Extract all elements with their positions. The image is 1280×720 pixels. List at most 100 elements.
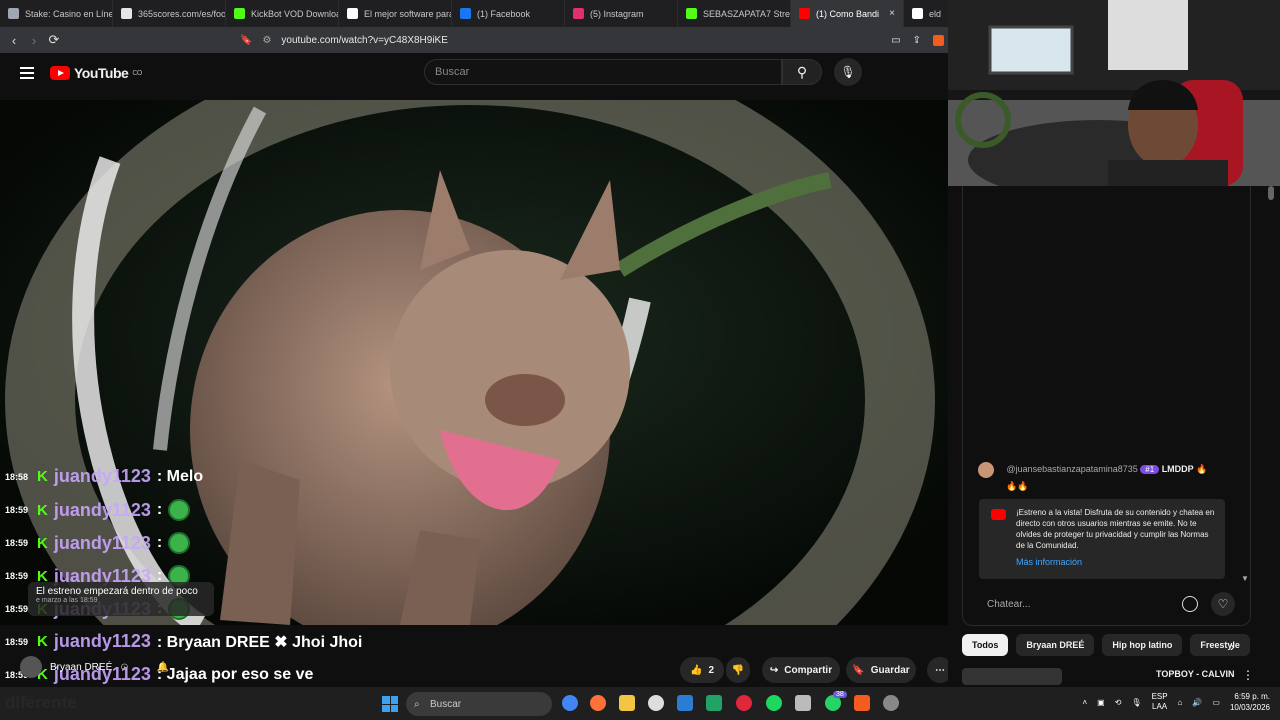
windows-taskbar: ⌕ Buscar 38 ˄ ▣ ⟲ 🎙 ESP LAA ⌂ 🔊 ▭ 6:59 p… [0,687,1280,720]
system-tray: ˄ ▣ ⟲ 🎙 ESP LAA ⌂ 🔊 ▭ 6:59 p. m. 10/03/2… [1082,691,1270,713]
clock[interactable]: 6:59 p. m. 10/03/2026 [1230,691,1270,713]
more-info-link[interactable]: Más información [1016,557,1217,568]
chat-time: 18:59 [5,505,29,515]
recommended-thumbnail[interactable] [962,668,1062,685]
browser-tab[interactable]: 365scores.com/es/foot [113,0,226,27]
share-button[interactable]: ↪ Compartir [762,657,840,683]
emoji-icon[interactable] [1182,596,1198,612]
like-button[interactable]: 👍 2 [680,657,724,683]
tray-chevron-icon[interactable]: ˄ [1082,698,1087,707]
recommended-more-icon[interactable]: ⋮ [1242,668,1254,682]
chat-scrollbar[interactable] [1268,186,1274,200]
tab-close-icon[interactable]: × [889,8,895,19]
tab-favicon-icon [460,8,471,19]
menu-icon[interactable] [20,67,34,79]
firefox-icon[interactable] [590,695,606,711]
emote-icon [168,499,191,521]
filter-chip[interactable]: Todos [962,634,1009,656]
chat-scroll-down-icon[interactable]: ▼ [1241,574,1249,583]
chatgpt-icon[interactable] [648,695,664,711]
address-bar[interactable]: 🔖 ⚙ youtube.com/watch?v=yC48X8H9iKE [234,29,892,51]
kick-icon: K [37,468,48,485]
browser-tab[interactable]: KickBot VOD Download [226,0,339,27]
chrome-icon[interactable] [562,695,578,711]
taskbar-search-icon: ⌕ [414,698,420,710]
save-icon: 🔖 [852,664,865,676]
search-input[interactable]: Buscar [424,59,782,85]
brave-taskbar-icon[interactable] [854,695,870,711]
browser-tab[interactable]: Stake: Casino en Línea [0,0,113,27]
filter-chip[interactable]: Freestyle [1190,634,1250,656]
dislike-button[interactable]: 👎 [726,657,750,683]
emote-icon [168,532,191,554]
channel-avatar[interactable] [20,656,42,678]
chat-time: 18:59 [5,636,29,647]
excel-icon[interactable] [706,695,722,711]
youtube-logo[interactable]: YouTube CO [50,65,142,81]
browser-tab[interactable]: El mejor software para [339,0,452,27]
volume-icon[interactable]: 🔊 [1192,698,1202,707]
tab-favicon-icon [347,8,358,19]
filter-chip[interactable]: Bryaan DREÉ [1016,634,1095,656]
language-layout: LAA [1152,702,1168,711]
heart-icon[interactable]: ♡ [1211,592,1235,616]
brave-icon[interactable] [933,34,944,46]
chat-badge: #1 [1140,465,1160,474]
browser-tab[interactable]: (1) Como Bandi × [791,0,904,27]
browser-tab[interactable]: (1) Facebook [452,0,565,27]
browser-tab[interactable]: (5) Instagram [565,0,678,27]
tab-label: El mejor software para [364,8,452,19]
forward-icon[interactable]: › [24,33,44,48]
tab-favicon-icon [234,8,245,19]
language-indicator[interactable]: ESP LAA [1152,692,1168,712]
chat-username[interactable]: @juansebastianzapatamina8735 [1007,464,1138,474]
mic-icon[interactable]: 🎙 [834,58,862,86]
reload-icon[interactable]: ⟳ [44,32,64,48]
save-button[interactable]: 🔖 Guardar [846,657,916,683]
search-icon[interactable]: ⚲ [782,59,822,85]
logo-text: YouTube [74,65,129,81]
channel-info[interactable]: Bryaan DREÉ ⊙ 🔔 [20,656,169,678]
tab-label: SEBASZAPATA7 Stream [703,8,791,19]
premiere-subtext: e marzo a las 18:59 [36,597,98,604]
chat-user: juandy1123 [53,499,151,520]
tab-favicon-icon [573,8,584,19]
notice-text: ¡Estreno a la vista! Disfruta de su cont… [1016,508,1215,550]
file-explorer-icon[interactable] [619,695,635,711]
tune-icon[interactable]: ⚙ [262,35,271,46]
windows-start-icon[interactable] [382,696,398,712]
word-icon[interactable] [677,695,693,711]
chips-next-icon[interactable]: › [1230,638,1235,654]
chat-input[interactable]: Chatear... [979,592,1239,616]
battery-icon[interactable]: ▭ [1212,698,1220,707]
recommended-title[interactable]: TOPBOY - CALVIN [1156,669,1235,679]
browser-tab[interactable]: SEBASZAPATA7 Stream [678,0,791,27]
tab-favicon-icon [686,8,697,19]
chat-msg: : Bryaan DREE ✖ Jhoi Jhoi [156,633,363,651]
filter-chip[interactable]: Hip hop latino [1102,634,1183,656]
chat-msg: : [156,501,163,518]
webcam-frame [948,0,1280,186]
overlay-chat-line: 18:58 Kjuandy1123: Melo [5,466,203,487]
tray-app-icon[interactable]: ▣ [1097,698,1105,707]
cast-icon[interactable]: ▭ [891,35,900,46]
kick-icon: K [37,633,48,650]
settings-icon[interactable] [883,695,899,711]
webcam-overlay [948,0,1280,186]
tray-sync-icon[interactable]: ⟲ [1115,698,1122,707]
bookmark-icon[interactable]: 🔖 [240,35,252,46]
spotify-icon[interactable] [766,695,782,711]
mail-icon[interactable] [795,695,811,711]
premiere-text: El estreno empezará dentro de poco [36,586,198,597]
back-icon[interactable]: ‹ [4,33,24,48]
tab-favicon-icon [121,8,132,19]
network-icon[interactable]: ⌂ [1178,698,1183,707]
address-text[interactable]: youtube.com/watch?v=yC48X8H9iKE [281,35,447,46]
tab-label: (1) Como Bandi [816,8,880,19]
taskbar-search[interactable]: ⌕ Buscar [406,692,552,716]
channel-name[interactable]: Bryaan DREÉ [50,662,112,673]
notification-bell-icon[interactable]: 🔔 [157,662,169,673]
share-page-icon[interactable]: ⇪ [913,35,921,46]
tray-mic-icon[interactable]: 🎙 [1131,698,1141,707]
opera-icon[interactable] [736,695,752,711]
